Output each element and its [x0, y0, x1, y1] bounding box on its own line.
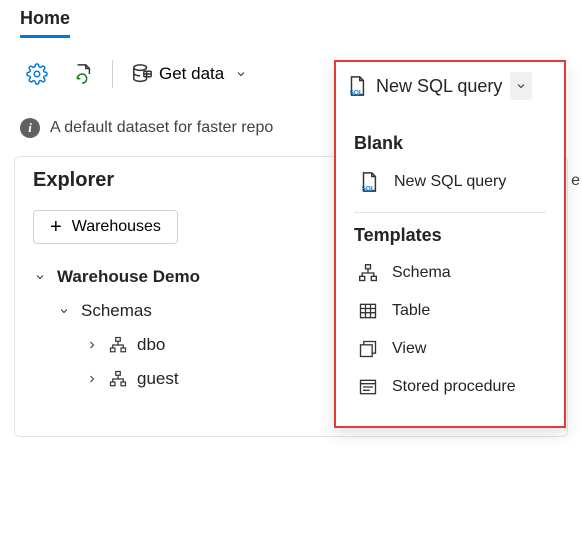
toolbar-divider: [112, 60, 113, 88]
view-icon: [358, 339, 378, 359]
dropdown-separator: [354, 212, 546, 213]
schema-icon: [109, 370, 127, 388]
new-sql-label: New SQL query: [376, 76, 502, 97]
dropdown-item-new-sql[interactable]: SQL New SQL query: [354, 162, 546, 202]
dropdown-item-label: Table: [392, 302, 430, 320]
tree-node-label: Schemas: [81, 301, 152, 321]
chevron-right-icon: [85, 373, 99, 385]
clipped-text: e: [571, 172, 580, 190]
new-sql-query-button[interactable]: SQL New SQL query: [336, 62, 564, 113]
plus-icon: +: [50, 217, 62, 237]
settings-button[interactable]: [16, 57, 58, 91]
dropdown-item-stored-procedure[interactable]: Stored procedure: [354, 368, 546, 406]
dropdown-section-blank: Blank: [354, 133, 546, 154]
tree-node-label: dbo: [137, 335, 165, 355]
chevron-down-icon[interactable]: [510, 72, 532, 100]
warehouses-label: Warehouses: [72, 218, 161, 236]
sql-file-icon: SQL: [358, 171, 380, 193]
tree-node-label: guest: [137, 369, 179, 389]
chevron-down-icon: [33, 271, 47, 283]
chevron-down-icon: [230, 60, 252, 88]
dropdown-item-view[interactable]: View: [354, 330, 546, 368]
schema-icon: [358, 263, 378, 283]
tab-bar: Home: [0, 0, 582, 38]
stored-procedure-icon: [358, 377, 378, 397]
dropdown-section-templates: Templates: [354, 225, 546, 246]
chevron-right-icon: [85, 339, 99, 351]
schema-icon: [109, 336, 127, 354]
add-warehouse-button[interactable]: + Warehouses: [33, 210, 178, 244]
get-data-label: Get data: [159, 64, 224, 84]
tree-node-label: Warehouse Demo: [57, 267, 200, 287]
svg-text:SQL: SQL: [350, 89, 363, 96]
sql-file-icon: SQL: [346, 75, 368, 97]
dropdown-item-schema[interactable]: Schema: [354, 254, 546, 292]
gear-icon: [26, 63, 48, 85]
new-sql-query-dropdown: SQL New SQL query Blank SQL New SQL quer…: [334, 60, 566, 428]
svg-text:SQL: SQL: [362, 185, 375, 192]
database-icon: [131, 63, 153, 85]
info-icon: i: [20, 118, 40, 138]
dropdown-item-label: Stored procedure: [392, 378, 516, 396]
tab-home[interactable]: Home: [20, 8, 70, 38]
get-data-button[interactable]: Get data: [121, 54, 262, 94]
dropdown-item-table[interactable]: Table: [354, 292, 546, 330]
dropdown-item-label: View: [392, 340, 426, 358]
refresh-button[interactable]: [62, 57, 104, 91]
chevron-down-icon: [57, 305, 71, 317]
refresh-file-icon: [72, 63, 94, 85]
dropdown-item-label: Schema: [392, 264, 451, 282]
table-icon: [358, 301, 378, 321]
dropdown-item-label: New SQL query: [394, 173, 506, 191]
info-message: A default dataset for faster repo: [50, 119, 273, 137]
